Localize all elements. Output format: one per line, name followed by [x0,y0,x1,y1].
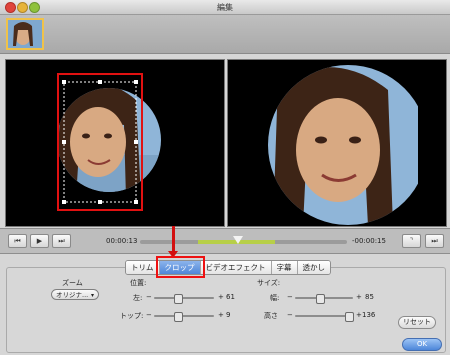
callout-arrow-shaft [172,226,175,253]
minus-icon: − [146,311,152,319]
crop-handle[interactable] [62,80,66,84]
tab-watermark[interactable]: 透かし [297,261,330,274]
plus-icon: + [356,311,362,319]
width-slider[interactable] [295,294,353,304]
tab-subtitle[interactable]: 字幕 [271,261,298,274]
chevron-down-icon: ▾ [90,292,94,299]
crop-handle[interactable] [98,80,102,84]
minus-icon: − [287,311,293,319]
mark-in-button[interactable]: ⌝ [402,234,421,248]
left-slider-knob[interactable] [174,294,183,304]
original-video-frame [57,73,161,211]
original-preview[interactable] [5,59,225,227]
position-label: 位置: [130,279,147,287]
crop-handle[interactable] [62,140,66,144]
end-icon: ⏭ [431,237,438,245]
top-label: トップ: [120,312,144,320]
crop-handle[interactable] [134,200,138,204]
width-slider-knob[interactable] [316,294,325,304]
ok-button[interactable]: OK [402,338,442,351]
height-label: 高さ [264,312,278,320]
minus-icon: − [287,293,293,301]
skip-back-button[interactable]: ⏮ [8,234,27,248]
bracket-icon: ⌝ [409,237,414,245]
title-bar: 編集 [0,0,450,15]
skip-back-icon: ⏮ [14,237,21,245]
top-value: 9 [226,311,231,319]
left-slider[interactable] [154,294,214,304]
height-slider-knob[interactable] [345,312,354,322]
height-slider[interactable] [295,312,354,322]
playhead-handle[interactable] [233,236,243,244]
remaining-time: -00:00:15 [352,237,386,245]
play-button[interactable]: ▶ [30,234,49,248]
plus-icon: + [356,293,362,301]
size-label: サイズ: [257,279,281,287]
zoom-select[interactable]: オリジナ... ▾ [51,289,99,300]
mark-out-button[interactable]: ⏭ [425,234,444,248]
output-video-frame [268,60,446,226]
top-slider-knob[interactable] [174,312,183,322]
current-time: 00:00:13 [106,237,138,245]
left-value: 61 [226,293,235,301]
playback-bar: ⏮ ▶ ⏭ 00:00:13 -00:00:15 ⌝ ⏭ [0,228,450,254]
tab-video-effect[interactable]: ビデオエフェクト [200,261,272,274]
edit-window: 編集 ⏮ ▶ ⏭ 00:00:13 -00:00:15 ⌝ ⏭ トリム クロップ… [0,0,450,355]
crop-handle[interactable] [134,140,138,144]
skip-forward-button[interactable]: ⏭ [52,234,71,248]
reset-button[interactable]: リセット [398,316,436,329]
crop-handle[interactable] [134,80,138,84]
tab-trim[interactable]: トリム [126,261,160,274]
clip-thumbnail[interactable] [6,18,44,50]
top-slider[interactable] [154,312,214,322]
play-icon: ▶ [36,237,43,245]
tab-highlight-box [156,256,205,278]
thumbnail-image [8,20,42,48]
minus-icon: − [146,293,152,301]
height-value: 136 [362,311,376,319]
crop-handle[interactable] [62,200,66,204]
clip-strip [0,15,450,54]
crop-handle[interactable] [98,200,102,204]
output-preview [227,59,447,227]
plus-icon: + [218,311,224,319]
skip-forward-icon: ⏭ [58,237,65,245]
zoom-label: ズーム [62,279,83,287]
window-title: 編集 [217,3,233,12]
plus-icon: + [218,293,224,301]
left-label: 左: [133,294,143,302]
width-label: 幅: [270,294,280,302]
width-value: 85 [365,293,374,301]
zoom-select-value: オリジナ... [56,291,89,299]
